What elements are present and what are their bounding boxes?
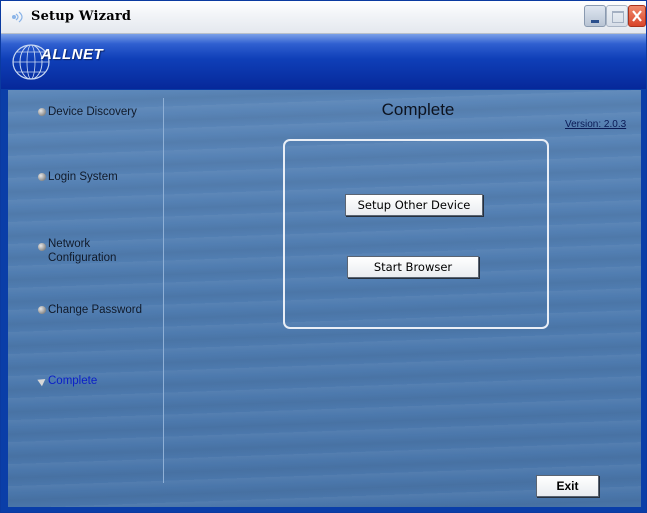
step-bullet-icon [38, 108, 46, 116]
app-icon [12, 11, 23, 23]
step-bullet-icon [38, 306, 46, 314]
brand-banner: ALLNET [1, 34, 646, 89]
close-icon [632, 10, 642, 22]
page-title: Complete [381, 100, 455, 119]
active-step-arrow-icon [37, 375, 48, 387]
window-title: Setup Wizard [31, 9, 132, 24]
sidebar-item-complete[interactable]: Complete [37, 374, 98, 388]
start-browser-button[interactable]: Start Browser [347, 256, 479, 278]
sidebar-divider [163, 98, 164, 483]
setup-other-device-button[interactable]: Setup Other Device [345, 194, 483, 216]
step-bullet-icon [38, 173, 46, 181]
actions-frame [283, 139, 549, 329]
title-bar[interactable]: Setup Wizard [1, 1, 646, 34]
sidebar-item-login-system[interactable]: Login System [38, 170, 118, 184]
brand-name: ALLNET [41, 46, 104, 63]
sidebar-item-label: Login System [48, 171, 118, 183]
wizard-content: Device Discovery Login System Network Co… [8, 90, 641, 507]
sidebar-item-label: Change Password [48, 304, 142, 316]
close-button[interactable] [628, 5, 646, 27]
sidebar-item-label: Network Configuration [48, 238, 117, 264]
maximize-button[interactable] [606, 5, 628, 27]
sidebar-item-change-password[interactable]: Change Password [38, 303, 142, 317]
sidebar-item-label: Complete [48, 375, 98, 387]
sidebar-item-label: Device Discovery [48, 106, 137, 118]
sidebar-item-network-configuration[interactable]: Network Configuration [38, 237, 128, 265]
setup-wizard-window: Setup Wizard ALLNET Device Discovery Log… [0, 0, 647, 513]
sidebar-item-device-discovery[interactable]: Device Discovery [38, 105, 137, 119]
minimize-button[interactable] [584, 5, 606, 27]
step-bullet-icon [38, 243, 46, 251]
exit-button[interactable]: Exit [536, 475, 599, 497]
version-label: Version: 2.0.3 [565, 119, 627, 130]
